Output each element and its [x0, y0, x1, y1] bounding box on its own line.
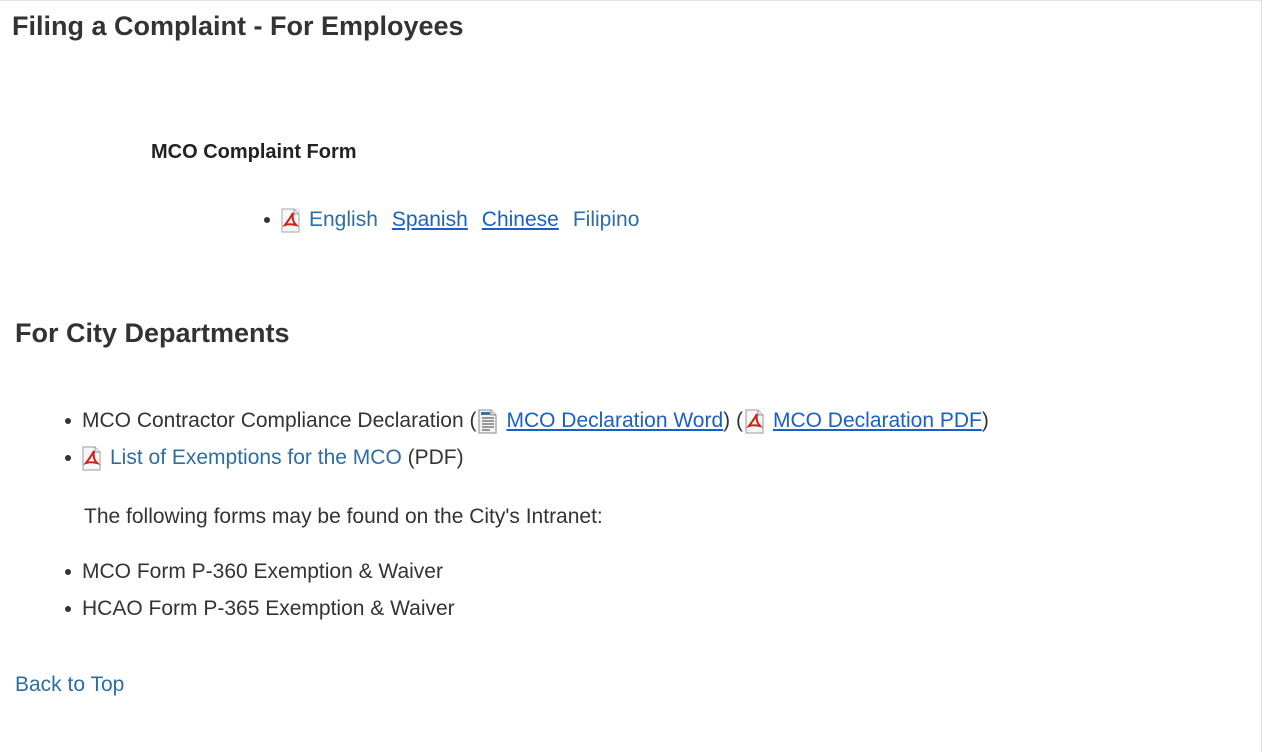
- bullet: [65, 606, 71, 612]
- item-text: ) (: [723, 409, 743, 432]
- language-link-filipino[interactable]: Filipino: [573, 207, 640, 233]
- item-text: (PDF): [401, 446, 464, 469]
- list-item: MCO Contractor Compliance Declaration ( …: [65, 408, 989, 434]
- back-to-top-link[interactable]: Back to Top: [15, 673, 124, 697]
- bullet: [65, 455, 71, 461]
- section-heading-departments: For City Departments: [15, 318, 290, 348]
- section-heading-employees: Filing a Complaint - For Employees: [12, 11, 464, 41]
- list-item: HCAO Form P-365 Exemption & Waiver: [65, 596, 455, 622]
- item-text: ): [981, 409, 989, 432]
- item-text: MCO Form P-360 Exemption & Waiver: [82, 560, 443, 583]
- language-link-english[interactable]: English: [309, 207, 378, 233]
- list-item: MCO Form P-360 Exemption & Waiver: [65, 559, 443, 585]
- item-text: MCO Contractor Compliance Declaration (: [82, 409, 477, 432]
- language-link-chinese[interactable]: Chinese: [482, 207, 559, 233]
- bullet: [65, 569, 71, 575]
- word-document-icon[interactable]: [478, 409, 497, 434]
- language-list-item: English Spanish Chinese Filipino: [264, 207, 639, 233]
- intranet-note: The following forms may be found on the …: [84, 505, 603, 528]
- list-item: List of Exemptions for the MCO (PDF): [65, 445, 464, 471]
- bullet: [65, 418, 71, 424]
- mco-declaration-pdf-link[interactable]: MCO Declaration PDF: [773, 408, 982, 434]
- item-text: HCAO Form P-365 Exemption & Waiver: [82, 597, 455, 620]
- pdf-icon[interactable]: [82, 446, 101, 471]
- exemptions-list-link[interactable]: List of Exemptions for the MCO: [110, 445, 402, 471]
- bullet: [264, 217, 270, 223]
- pdf-icon[interactable]: [281, 208, 300, 233]
- pdf-icon[interactable]: [745, 409, 764, 434]
- mco-declaration-word-link[interactable]: MCO Declaration Word: [506, 408, 723, 434]
- language-link-spanish[interactable]: Spanish: [392, 207, 468, 233]
- complaint-form-title: MCO Complaint Form: [151, 141, 357, 163]
- content-frame: [0, 0, 1262, 752]
